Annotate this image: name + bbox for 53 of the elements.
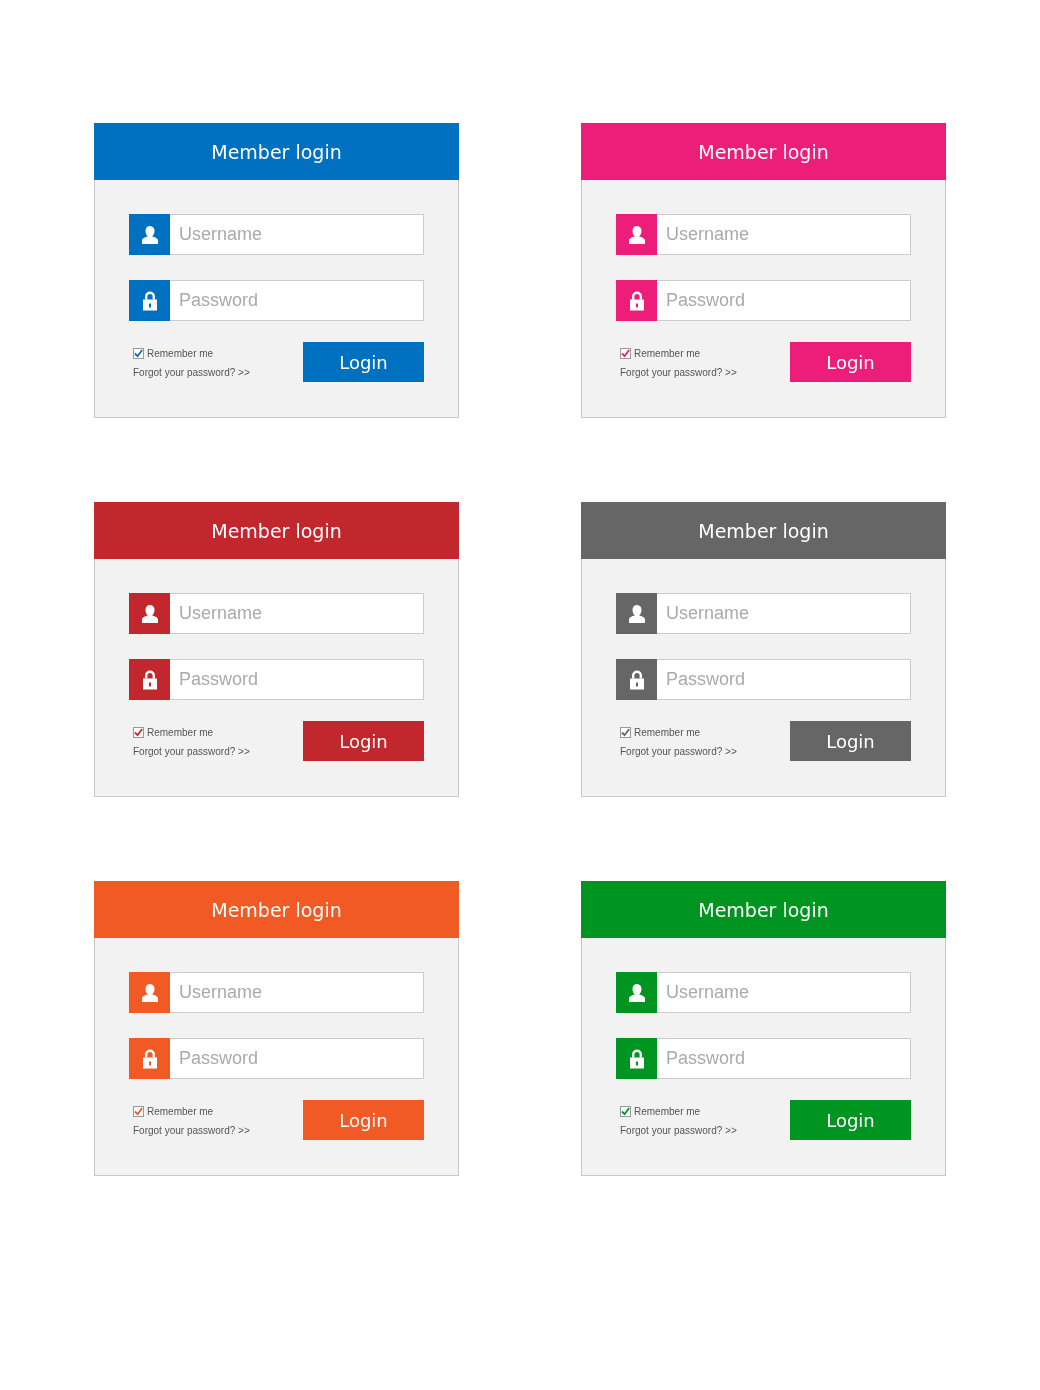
- username-field[interactable]: Username: [170, 214, 424, 255]
- remember-checkbox[interactable]: [620, 348, 631, 359]
- card-title: Member login: [698, 898, 829, 921]
- login-button[interactable]: Login: [790, 342, 911, 382]
- remember-checkbox[interactable]: [133, 348, 144, 359]
- password-field[interactable]: Password: [170, 280, 424, 321]
- password-field[interactable]: Password: [657, 280, 911, 321]
- lock-icon: [129, 280, 170, 321]
- remember-label: Remember me: [147, 348, 214, 359]
- remember-checkbox[interactable]: [133, 727, 144, 738]
- card-title: Member login: [698, 519, 829, 542]
- lock-icon: [616, 1038, 657, 1079]
- password-field[interactable]: Password: [657, 1038, 911, 1079]
- lock-icon: [616, 659, 657, 700]
- remember-label: Remember me: [634, 727, 701, 738]
- username-field[interactable]: Username: [170, 972, 424, 1013]
- username-field[interactable]: Username: [657, 593, 911, 634]
- forgot-password-link[interactable]: Forgot your password? >>: [133, 1125, 250, 1136]
- forgot-password-link[interactable]: Forgot your password? >>: [620, 1125, 737, 1136]
- lock-icon: [129, 659, 170, 700]
- password-field[interactable]: Password: [657, 659, 911, 700]
- forgot-password-link[interactable]: Forgot your password? >>: [133, 367, 250, 378]
- lock-icon: [129, 1038, 170, 1079]
- user-icon: [129, 214, 170, 255]
- password-field[interactable]: Password: [170, 1038, 424, 1079]
- forgot-password-link[interactable]: Forgot your password? >>: [620, 367, 737, 378]
- card-title: Member login: [211, 898, 342, 921]
- user-icon: [616, 972, 657, 1013]
- login-button[interactable]: Login: [303, 721, 424, 761]
- card-title: Member login: [211, 519, 342, 542]
- remember-label: Remember me: [634, 348, 701, 359]
- forgot-password-link[interactable]: Forgot your password? >>: [620, 746, 737, 757]
- password-field[interactable]: Password: [170, 659, 424, 700]
- card-title: Member login: [698, 140, 829, 163]
- remember-label: Remember me: [147, 1106, 214, 1117]
- username-field[interactable]: Username: [170, 593, 424, 634]
- remember-checkbox[interactable]: [133, 1106, 144, 1117]
- login-button[interactable]: Login: [790, 1100, 911, 1140]
- remember-label: Remember me: [634, 1106, 701, 1117]
- remember-label: Remember me: [147, 727, 214, 738]
- username-field[interactable]: Username: [657, 972, 911, 1013]
- login-button[interactable]: Login: [790, 721, 911, 761]
- user-icon: [616, 593, 657, 634]
- forgot-password-link[interactable]: Forgot your password? >>: [133, 746, 250, 757]
- remember-checkbox[interactable]: [620, 727, 631, 738]
- user-icon: [129, 972, 170, 1013]
- remember-checkbox[interactable]: [620, 1106, 631, 1117]
- username-field[interactable]: Username: [657, 214, 911, 255]
- user-icon: [129, 593, 170, 634]
- user-icon: [616, 214, 657, 255]
- lock-icon: [616, 280, 657, 321]
- card-title: Member login: [211, 140, 342, 163]
- login-button[interactable]: Login: [303, 342, 424, 382]
